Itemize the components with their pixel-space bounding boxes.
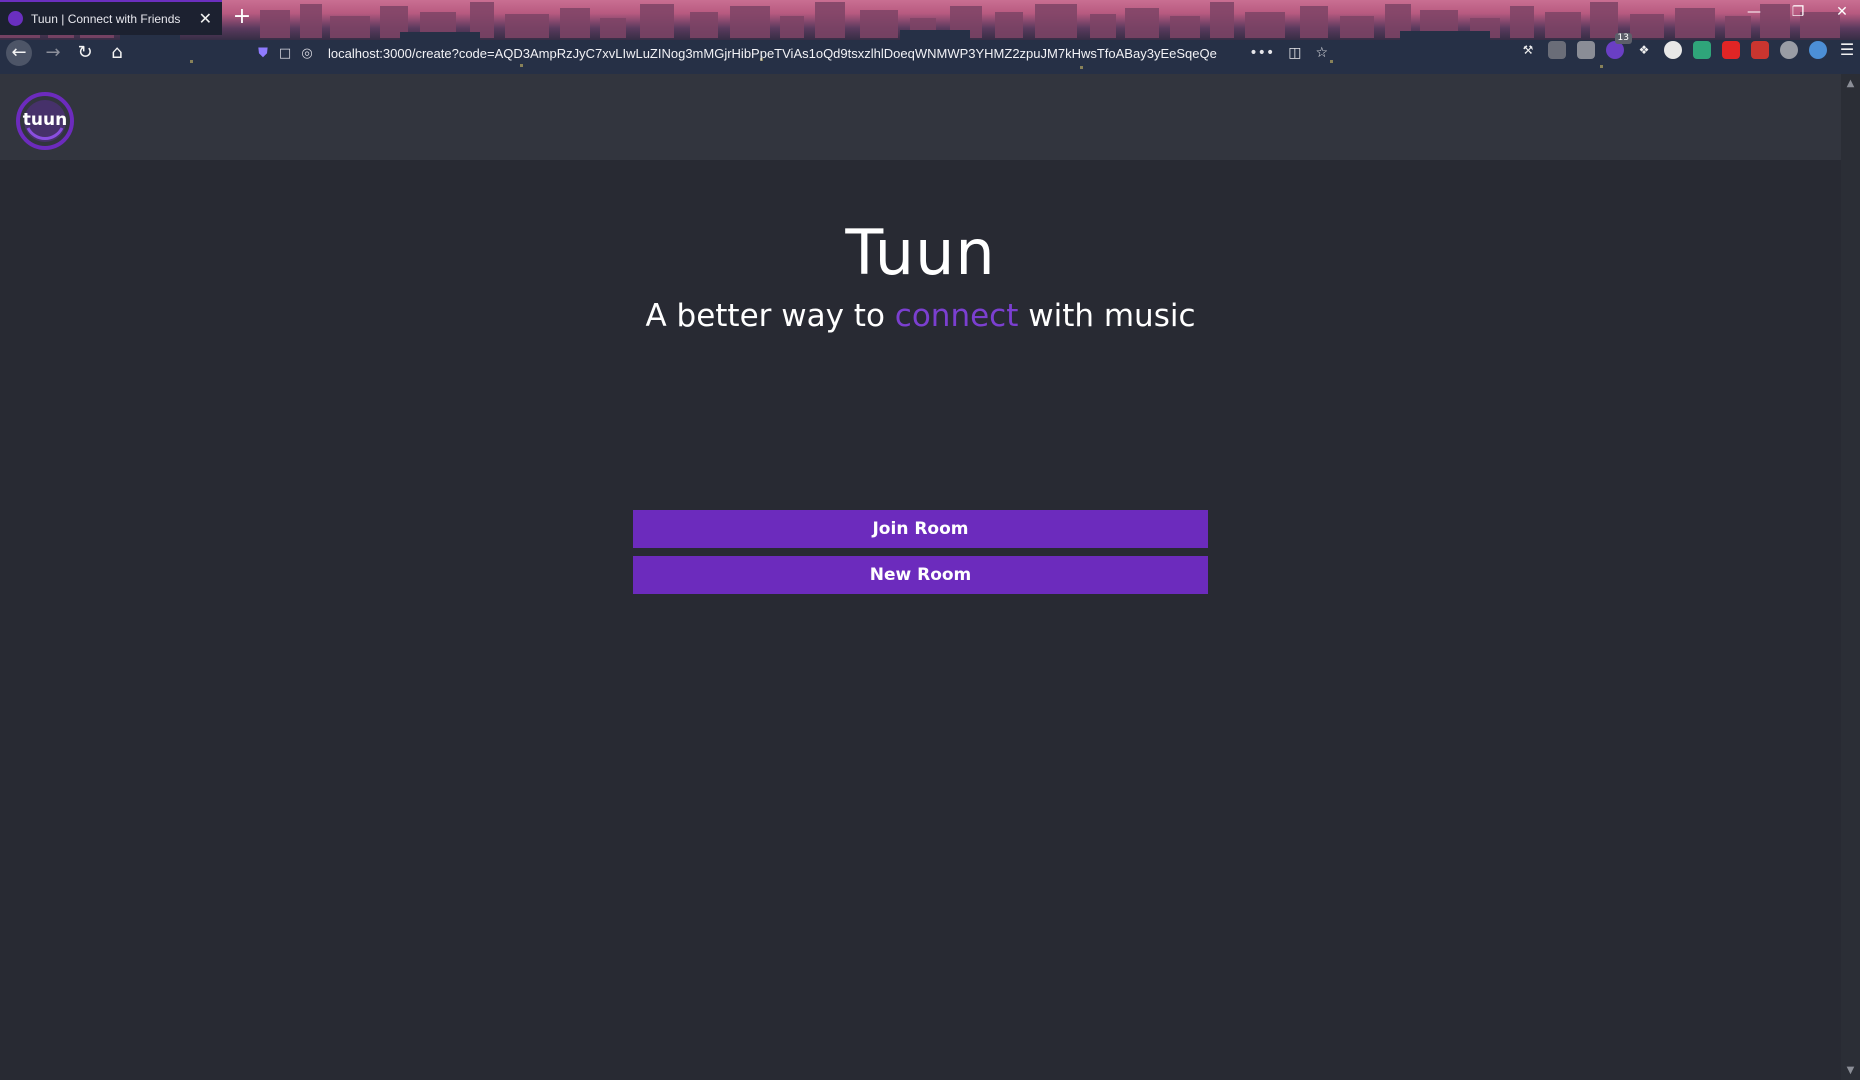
wrench-icon[interactable]: ⚒ <box>1519 41 1537 59</box>
tagline-end: with music <box>1018 298 1196 334</box>
main-content: Tuun A better way to connect with music … <box>0 160 1841 1080</box>
tuun-logo[interactable]: tuun <box>16 92 74 150</box>
colorful-extension-icon[interactable] <box>1809 41 1827 59</box>
red-extension-icon[interactable] <box>1751 41 1769 59</box>
purple-extension-icon[interactable]: 13 <box>1606 33 1632 59</box>
youtube-extension-icon[interactable] <box>1722 41 1740 59</box>
grey-circle-extension-icon[interactable] <box>1780 41 1798 59</box>
tagline-accent-word: connect <box>894 298 1019 334</box>
green-shield-extension-icon[interactable] <box>1693 41 1711 59</box>
app-header: tuun <box>0 74 1841 160</box>
ublock-shield-icon[interactable] <box>1548 41 1566 59</box>
new-tab-button[interactable]: + <box>231 4 253 30</box>
page-scrollbar[interactable]: ▲ ▼ <box>1841 74 1860 1080</box>
close-tab-icon[interactable]: ✕ <box>197 10 214 27</box>
tagline: A better way to connect with music <box>0 298 1841 334</box>
puzzle-extensions-icon[interactable]: ❖ <box>1635 41 1653 59</box>
url-text[interactable]: localhost:3000/create?code=AQD3AmpRzJyC7… <box>328 46 1231 61</box>
address-bar[interactable]: ⛊ □ ◎ localhost:3000/create?code=AQD3Amp… <box>256 41 1328 65</box>
navigation-toolbar: ← → ↻ ⌂ ⛊ □ ◎ localhost:3000/create?code… <box>0 33 1860 69</box>
logo-text: tuun <box>22 110 68 130</box>
page-actions-more-icon[interactable]: ••• <box>1249 45 1274 61</box>
url-actions: ••• ◫ ☆ <box>1249 45 1328 61</box>
window-close-icon[interactable]: ✕ <box>1834 4 1850 20</box>
browser-tab-active[interactable]: Tuun | Connect with Friends ✕ <box>0 0 222 35</box>
cloud-extension-icon[interactable] <box>1577 41 1595 59</box>
hamburger-menu-icon[interactable]: ☰ <box>1838 41 1856 59</box>
pocket-icon[interactable]: ◫ <box>1288 45 1301 61</box>
browser-chrome: Tuun | Connect with Friends ✕ + — ❐ ✕ ← … <box>0 0 1860 74</box>
home-icon[interactable]: ⌂ <box>104 40 130 66</box>
minimize-icon[interactable]: — <box>1746 4 1762 20</box>
tuun-favicon-icon <box>8 11 23 26</box>
back-arrow-icon[interactable]: ← <box>6 40 32 66</box>
join-room-button[interactable]: Join Room <box>633 510 1208 548</box>
extension-badge: 13 <box>1614 33 1632 44</box>
forward-arrow-icon[interactable]: → <box>40 40 66 66</box>
account-icon[interactable] <box>1664 41 1682 59</box>
tagline-start: A better way to <box>645 298 895 334</box>
new-room-button[interactable]: New Room <box>633 556 1208 594</box>
page-info-icon[interactable]: □ <box>278 46 292 61</box>
restore-icon[interactable]: ❐ <box>1790 4 1806 20</box>
scroll-down-icon[interactable]: ▼ <box>1841 1065 1860 1076</box>
window-controls: — ❐ ✕ <box>1746 4 1850 20</box>
tab-title: Tuun | Connect with Friends <box>31 11 181 26</box>
bookmark-star-icon[interactable]: ☆ <box>1315 45 1328 61</box>
extension-toolbar: ⚒ 13 ❖ ☰ <box>1519 33 1856 59</box>
page-title: Tuun <box>845 216 996 289</box>
reload-icon[interactable]: ↻ <box>72 40 98 66</box>
permissions-icon[interactable]: ◎ <box>300 46 314 61</box>
tracking-protection-shield-icon[interactable]: ⛊ <box>256 46 270 61</box>
scroll-up-icon[interactable]: ▲ <box>1841 78 1860 89</box>
